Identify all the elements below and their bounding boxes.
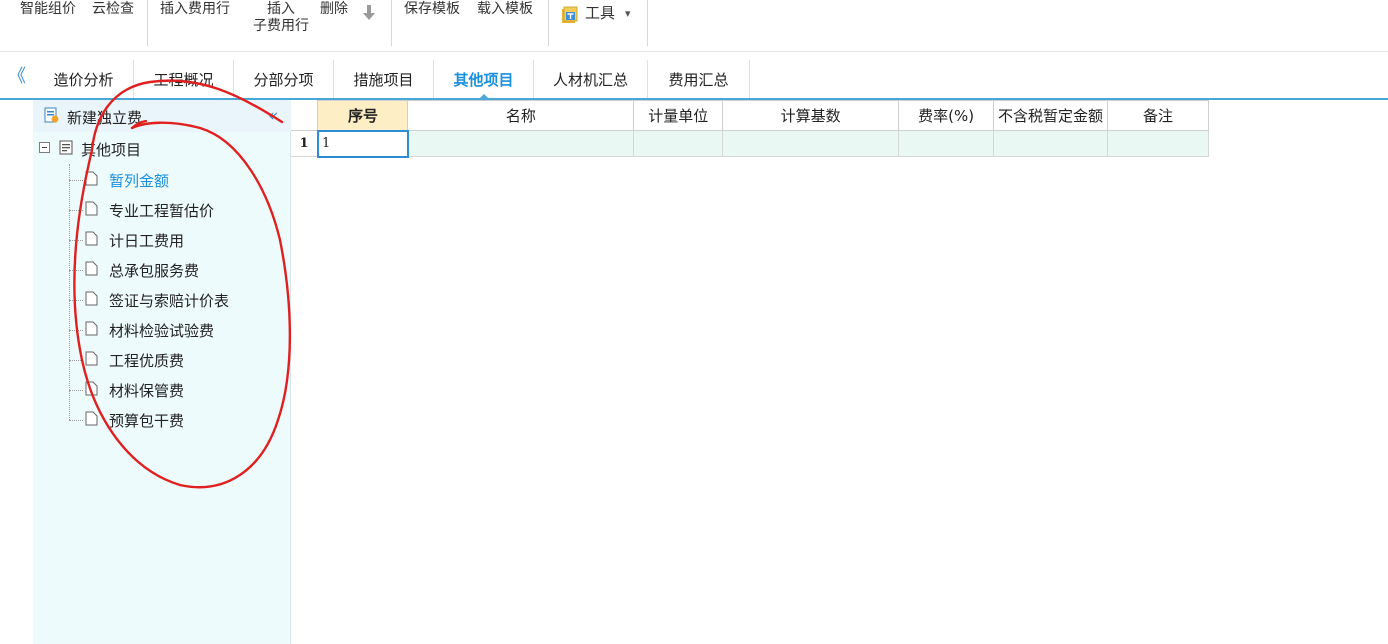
cell-unit[interactable] — [633, 130, 724, 157]
fee-grid: 序号 名称 计量单位 计算基数 费率(%) 不含税暂定金额 备注 1 1 — [291, 100, 1209, 158]
table-row[interactable]: 1 1 — [291, 129, 1209, 158]
smart-price-button[interactable]: 智能组价 — [20, 1, 76, 18]
new-independent-fee-button[interactable]: 新建独立费 — [67, 107, 142, 128]
tree-root-label: 其他项目 — [81, 141, 142, 159]
cell-seq[interactable]: 1 — [316, 129, 409, 158]
toolbar: 智能组价 云检查 插入费用行 插入 子费用行 删除 保存模板 载入模板 工具 ▾ — [0, 0, 1388, 52]
collapse-sidebar-icon[interactable]: « — [268, 106, 278, 126]
insert-child-line1: 插入 — [267, 1, 295, 17]
folder-icon — [59, 140, 73, 155]
insert-child-line2: 子费用行 — [253, 18, 309, 34]
tree-item-label: 计日工费用 — [109, 232, 185, 250]
tree-item-label: 材料保管费 — [109, 382, 185, 400]
toolbar-group-analysis: 智能组价 云检查 — [8, 0, 148, 46]
tab-cost-analysis[interactable]: 造价分析 — [34, 60, 134, 98]
cell-base[interactable] — [722, 130, 900, 157]
column-header-unit[interactable]: 计量单位 — [633, 100, 724, 131]
column-header-amount[interactable]: 不含税暂定金额 — [993, 100, 1109, 131]
insert-child-fee-row-button[interactable]: 插入 子费用行 — [250, 1, 312, 35]
save-template-button[interactable]: 保存模板 — [404, 1, 460, 18]
sidebar-header: 新建独立费 « — [33, 100, 291, 132]
tools-button[interactable]: 工具 — [585, 5, 615, 22]
document-icon — [85, 321, 98, 336]
fee-table: 序号 名称 计量单位 计算基数 费率(%) 不含税暂定金额 备注 1 1 — [291, 100, 1209, 158]
cell-remark[interactable] — [1107, 130, 1209, 157]
document-icon — [85, 381, 98, 396]
tree-connector — [69, 164, 70, 420]
toolbar-group-rows: 插入费用行 插入 子费用行 删除 — [148, 0, 392, 46]
tools-icon[interactable] — [561, 6, 579, 24]
cell-name[interactable] — [407, 130, 635, 157]
document-icon — [85, 291, 98, 306]
insert-fee-row-button[interactable]: 插入费用行 — [160, 1, 230, 18]
new-independent-fee-icon[interactable] — [43, 107, 59, 123]
tab-labor-material-summary[interactable]: 人材机汇总 — [534, 60, 648, 98]
column-header-base[interactable]: 计算基数 — [722, 100, 900, 131]
tree-item-label: 专业工程暂估价 — [109, 202, 215, 220]
toolbar-group-tools: 工具 ▾ — [549, 0, 648, 46]
cell-amount[interactable] — [993, 130, 1109, 157]
collapse-left-icon[interactable]: 《 — [8, 62, 26, 88]
table-header-row: 序号 名称 计量单位 计算基数 费率(%) 不含税暂定金额 备注 — [291, 100, 1209, 131]
tab-divisional-items[interactable]: 分部分项 — [234, 60, 334, 98]
tree-item-label: 工程优质费 — [109, 352, 185, 370]
cloud-check-button[interactable]: 云检查 — [92, 1, 134, 18]
column-header-name[interactable]: 名称 — [407, 100, 635, 131]
tab-other-items[interactable]: 其他项目 — [434, 60, 534, 100]
cell-rate[interactable] — [898, 130, 995, 157]
arrow-down-icon[interactable] — [362, 4, 376, 21]
tab-fee-summary[interactable]: 费用汇总 — [648, 60, 750, 98]
column-header-rate[interactable]: 费率(%) — [898, 100, 995, 131]
collapse-node-icon[interactable] — [39, 142, 50, 153]
tab-project-overview[interactable]: 工程概况 — [134, 60, 234, 98]
document-icon — [85, 201, 98, 216]
tree-item-label: 签证与索赔计价表 — [109, 292, 230, 310]
tree-item-label: 材料检验试验费 — [109, 322, 215, 340]
tree-item-label: 预算包干费 — [109, 412, 185, 430]
column-header-seq[interactable]: 序号 — [317, 100, 409, 131]
tree-item-label: 总承包服务费 — [109, 262, 200, 280]
document-icon — [85, 261, 98, 276]
main-tab-bar: 《 造价分析 工程概况 分部分项 措施项目 其他项目 人材机汇总 费用汇总 — [0, 52, 1388, 100]
sidebar: 新建独立费 « 其他项目 暂列金额 专业工程暂估价 计日工费用 总承包服务费 签… — [33, 100, 291, 644]
row-number[interactable]: 1 — [291, 130, 319, 157]
tab-measure-items[interactable]: 措施项目 — [334, 60, 434, 98]
toolbar-group-template: 保存模板 载入模板 — [392, 0, 549, 46]
tools-dropdown-icon[interactable]: ▾ — [625, 5, 631, 22]
load-template-button[interactable]: 载入模板 — [477, 1, 533, 18]
tree-item-label: 暂列金额 — [109, 172, 170, 190]
document-icon — [85, 171, 98, 186]
header-corner — [291, 100, 319, 131]
delete-button[interactable]: 删除 — [320, 1, 348, 18]
document-icon — [85, 411, 98, 426]
column-header-remark[interactable]: 备注 — [1107, 100, 1209, 131]
document-icon — [85, 231, 98, 246]
document-icon — [85, 351, 98, 366]
